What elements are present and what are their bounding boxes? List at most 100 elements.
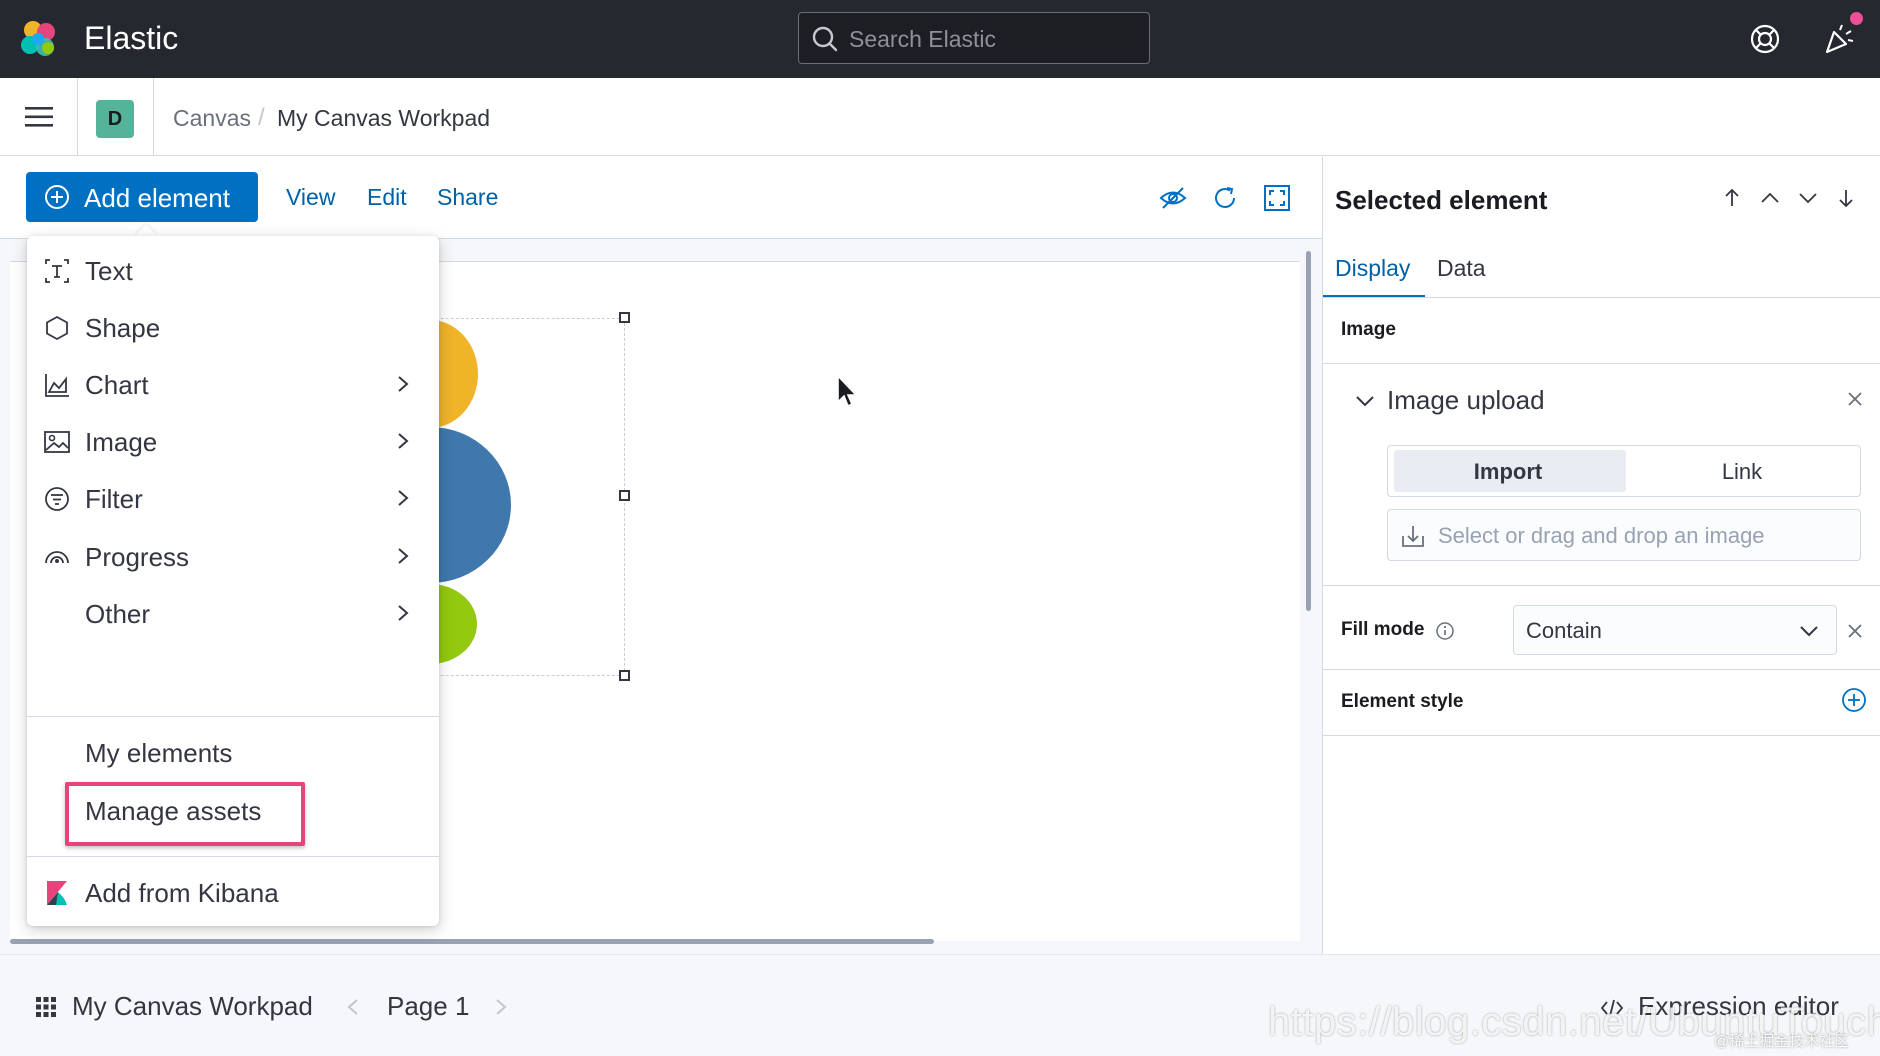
menu-item-image[interactable]: Image [27,413,439,469]
eye-closed-icon[interactable] [1158,183,1188,213]
newsfeed-cheer-icon[interactable] [1822,22,1856,56]
page-indicator[interactable]: Page 1 [387,991,469,1022]
shape-icon [46,315,68,341]
menu-item-label: My elements [85,738,233,768]
chevron-down-icon[interactable] [1353,389,1377,413]
menu-item-my-elements[interactable]: My elements [27,724,439,780]
resize-handle[interactable] [619,312,630,323]
menu-item-label: Progress [85,542,190,572]
refresh-icon[interactable] [1210,183,1240,213]
divider [153,78,154,156]
space-avatar[interactable]: D [96,100,134,138]
workpad-toolbar: Add element View Edit Share [0,157,1322,239]
workpad-name[interactable]: My Canvas Workpad [72,991,313,1022]
menu-hamburger-icon[interactable] [24,102,54,132]
add-element-button[interactable]: Add element [26,172,258,222]
menu-item-label: Shape [85,313,161,343]
progress-icon [45,551,69,564]
mouse-cursor-icon [837,374,858,408]
menu-item-label: Image [85,427,158,457]
watermark-credit: @稀土掘金技术社区 [1714,1033,1850,1050]
chart-icon [45,374,69,397]
menu-item-add-from-kibana[interactable]: Add from Kibana [27,864,439,920]
chevron-left-icon[interactable] [344,997,362,1017]
import-button[interactable]: Import [1388,459,1628,485]
divider [1323,363,1880,364]
divider [1323,669,1880,670]
plus-circle-icon [45,185,69,209]
text-icon [45,259,69,283]
send-to-back-icon[interactable] [1835,187,1857,209]
add-element-menu: Text Shape Chart Image Filter Progress O… [27,236,439,926]
image-file-picker[interactable]: Select or drag and drop an image [1387,509,1861,561]
kibana-logo-icon [47,881,67,905]
menu-item-label: Add from Kibana [85,878,279,908]
chevron-right-icon [398,490,409,506]
menu-item-other[interactable]: Other [27,585,439,641]
breadcrumb-bar: D Canvas / My Canvas Workpad [0,78,1880,156]
chevron-right-icon [398,605,409,621]
resize-handle[interactable] [619,490,630,501]
panel-title: Selected element [1335,185,1548,215]
view-menu[interactable]: View [286,184,335,211]
help-lifebuoy-icon[interactable] [1748,22,1782,56]
bring-forward-icon[interactable] [1759,187,1781,209]
section-image-title: Image [1341,319,1396,340]
notification-dot [1850,12,1863,25]
chevron-right-icon [398,548,409,564]
top-header: Elastic Search Elastic [0,0,1880,78]
menu-item-progress[interactable]: Progress [27,528,439,584]
fullscreen-icon[interactable] [1262,183,1292,213]
upload-mode-toggle: Import Link [1387,445,1861,497]
resize-handle[interactable] [619,670,630,681]
brand-name[interactable]: Elastic [84,20,178,57]
share-menu[interactable]: Share [437,184,498,211]
fill-mode-label: Fill mode [1341,619,1425,640]
menu-item-chart[interactable]: Chart [27,356,439,412]
divider [1323,735,1880,736]
menu-item-filter[interactable]: Filter [27,470,439,526]
search-input[interactable]: Search Elastic [798,12,1150,64]
menu-item-label: Chart [85,370,149,400]
image-upload-title[interactable]: Image upload [1387,385,1545,416]
vertical-scrollbar[interactable] [1306,251,1311,611]
selected-element-panel: Selected element Display Data Image Imag… [1322,157,1880,954]
breadcrumb-separator: / [258,104,265,131]
chevron-down-icon [1800,626,1818,637]
add-element-label: Add element [84,183,230,213]
chevron-right-icon[interactable] [492,997,510,1017]
menu-item-label: Filter [85,484,143,514]
send-backward-icon[interactable] [1797,187,1819,209]
breadcrumb-current: My Canvas Workpad [277,105,491,131]
image-icon [44,431,70,453]
chevron-right-icon [398,376,409,392]
menu-divider [27,716,439,717]
menu-item-label: Text [85,256,133,286]
file-picker-placeholder: Select or drag and drop an image [1438,523,1765,548]
elastic-logo-icon[interactable] [18,18,60,60]
page-grid-icon[interactable] [34,995,58,1019]
divider [1323,297,1880,298]
tab-display[interactable]: Display [1335,255,1410,282]
link-button[interactable]: Link [1624,459,1860,485]
divider [77,78,78,156]
menu-item-label: Other [85,599,151,629]
divider [1323,585,1880,586]
menu-divider [27,856,439,857]
import-icon [1402,526,1424,547]
plus-circle-icon[interactable] [1841,687,1867,713]
tab-data[interactable]: Data [1437,255,1486,282]
edit-menu[interactable]: Edit [367,184,407,211]
info-icon[interactable] [1435,621,1455,641]
chevron-right-icon [398,433,409,449]
breadcrumb-canvas[interactable]: Canvas [173,105,251,132]
menu-item-text[interactable]: Text [27,242,439,298]
fill-mode-value: Contain [1526,618,1602,643]
search-icon [812,26,838,52]
close-icon[interactable] [1847,391,1863,407]
fill-mode-select[interactable]: Contain [1513,605,1837,655]
menu-item-shape[interactable]: Shape [27,299,439,355]
horizontal-scrollbar[interactable] [10,939,934,944]
bring-to-front-icon[interactable] [1721,187,1743,209]
close-icon[interactable] [1847,623,1863,639]
